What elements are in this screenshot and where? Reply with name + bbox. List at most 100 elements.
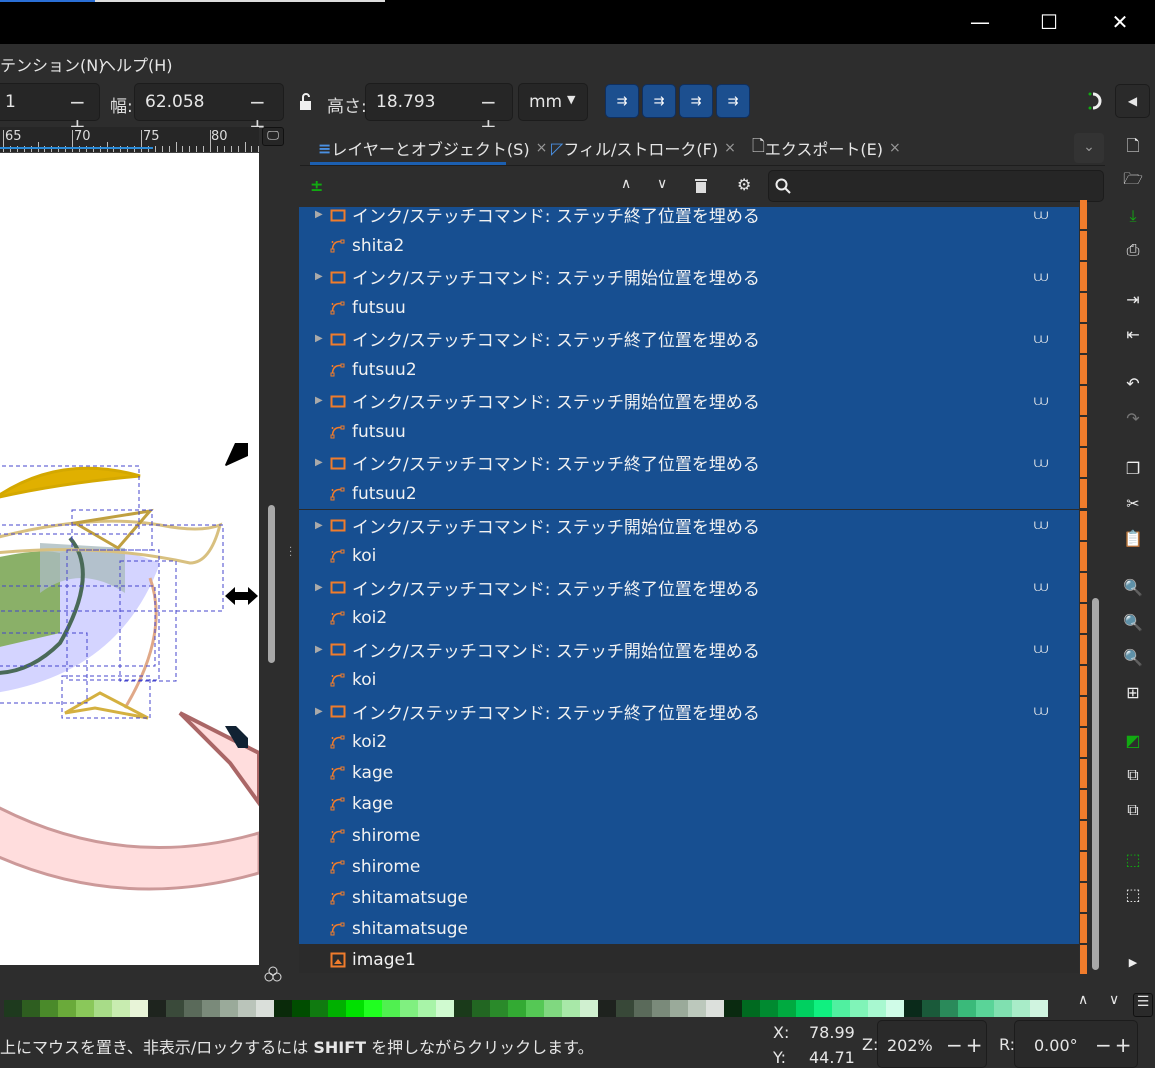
- move-up-button[interactable]: ∧: [621, 176, 631, 192]
- group-button[interactable]: ⬚: [1122, 848, 1144, 870]
- color-swatch[interactable]: [418, 1000, 436, 1017]
- color-swatch[interactable]: [346, 1000, 364, 1017]
- color-swatch[interactable]: [220, 1000, 238, 1017]
- clone-button[interactable]: ⧉: [1122, 764, 1144, 786]
- tree-row[interactable]: kage: [299, 788, 1079, 820]
- zoom-page-button[interactable]: 🔍: [1122, 646, 1144, 668]
- height-field[interactable]: 18.793 −+: [365, 83, 513, 138]
- tree-row[interactable]: futsuu: [299, 416, 1079, 448]
- tree-row-group[interactable]: ▶ インク/ステッチコマンド: ステッチ終了位置を埋める ⩊: [299, 323, 1079, 355]
- menu-help[interactable]: ヘルプ(H): [100, 52, 173, 76]
- color-swatch[interactable]: [652, 1000, 670, 1017]
- duplicate-button[interactable]: ◩: [1122, 729, 1144, 751]
- color-swatch[interactable]: [130, 1000, 148, 1017]
- more-commands-button[interactable]: ▶: [1122, 951, 1144, 973]
- tree-row-group[interactable]: ▶ インク/ステッチコマンド: ステッチ開始位置を埋める ⩊: [299, 633, 1079, 665]
- color-swatch[interactable]: [112, 1000, 130, 1017]
- tree-row[interactable]: image1: [299, 944, 1079, 973]
- color-swatch[interactable]: [760, 1000, 778, 1017]
- scale-handle-e[interactable]: [225, 587, 258, 605]
- zoom-center-button[interactable]: ⊞: [1122, 681, 1144, 703]
- color-swatch[interactable]: [256, 1000, 274, 1017]
- tree-row[interactable]: shitamatsuge: [299, 882, 1079, 914]
- lock-open-icon[interactable]: [298, 93, 314, 111]
- import-button[interactable]: ⇥: [1122, 288, 1144, 310]
- copy-button[interactable]: ❐: [1122, 457, 1144, 479]
- color-swatch[interactable]: [958, 1000, 976, 1017]
- transform-gradients-button[interactable]: ⇉: [679, 84, 713, 118]
- tree-row[interactable]: shita2: [299, 230, 1079, 262]
- color-swatch[interactable]: [328, 1000, 346, 1017]
- scale-handle-ne[interactable]: [225, 443, 248, 466]
- tree-row[interactable]: koi2: [299, 726, 1079, 758]
- search-input[interactable]: [768, 170, 1104, 202]
- rotate-ccw-button[interactable]: −: [1095, 1033, 1115, 1057]
- new-document-button[interactable]: 🗋: [1122, 136, 1144, 159]
- color-swatch[interactable]: [436, 1000, 454, 1017]
- color-swatch[interactable]: [670, 1000, 688, 1017]
- eye-closed-icon[interactable]: ⩊: [1034, 579, 1048, 595]
- width-field[interactable]: 62.058 −+: [134, 83, 284, 138]
- color-swatch[interactable]: [1030, 1000, 1048, 1017]
- color-swatch[interactable]: [922, 1000, 940, 1017]
- maximize-button[interactable]: ☐: [1014, 0, 1084, 44]
- cut-button[interactable]: ✂: [1122, 492, 1144, 514]
- color-swatch[interactable]: [562, 1000, 580, 1017]
- ungroup-button[interactable]: ⬚: [1122, 883, 1144, 905]
- expand-arrow-icon[interactable]: ▶: [315, 644, 323, 655]
- palette-scroll-down[interactable]: ∨: [1109, 992, 1119, 1008]
- tree-row[interactable]: shirome: [299, 820, 1079, 851]
- paste-button[interactable]: 📋: [1122, 527, 1144, 549]
- redo-button[interactable]: ↷: [1122, 407, 1144, 429]
- print-button[interactable]: ⎙: [1122, 239, 1144, 261]
- expand-arrow-icon[interactable]: ▶: [315, 271, 323, 282]
- color-swatch[interactable]: [94, 1000, 112, 1017]
- color-swatch[interactable]: [364, 1000, 382, 1017]
- scale-corners-button[interactable]: ⇉: [642, 84, 676, 118]
- unit-dropdown[interactable]: mm ▼: [518, 83, 588, 121]
- tabs-dropdown-button[interactable]: ⌄: [1074, 133, 1104, 163]
- drawing-canvas[interactable]: [0, 153, 259, 965]
- export-button[interactable]: ⇤: [1122, 323, 1144, 345]
- menu-extensions[interactable]: テンション(N): [0, 52, 104, 76]
- color-swatch[interactable]: [544, 1000, 562, 1017]
- eye-closed-icon[interactable]: ⩊: [1034, 517, 1048, 533]
- zoom-out-button[interactable]: −: [946, 1033, 966, 1057]
- eye-closed-icon[interactable]: ⩊: [1034, 393, 1048, 409]
- color-swatch[interactable]: [976, 1000, 994, 1017]
- zoom-field[interactable]: 202% −+: [877, 1020, 987, 1068]
- collapse-commands-button[interactable]: ◀: [1115, 84, 1150, 118]
- add-layer-button[interactable]: ±: [310, 176, 323, 195]
- expand-arrow-icon[interactable]: ▶: [315, 582, 323, 593]
- tab-close-icon[interactable]: ×: [724, 140, 736, 156]
- palette-menu-button[interactable]: ☰: [1133, 993, 1153, 1017]
- tree-row[interactable]: shitamatsuge: [299, 913, 1079, 945]
- close-button[interactable]: ✕: [1085, 0, 1155, 44]
- expand-arrow-icon[interactable]: ▶: [315, 333, 323, 344]
- eye-closed-icon[interactable]: ⩊: [1034, 641, 1048, 657]
- tree-row[interactable]: koi2: [299, 602, 1079, 634]
- tree-row-group[interactable]: ▶ インク/ステッチコマンド: ステッチ開始位置を埋める ⩊: [299, 385, 1079, 417]
- color-swatch[interactable]: [634, 1000, 652, 1017]
- rotation-field[interactable]: 0.00° −+: [1014, 1020, 1138, 1068]
- tree-row-group[interactable]: ▶ インク/ステッチコマンド: ステッチ開始位置を埋める ⩊: [299, 509, 1079, 541]
- snap-icon[interactable]: [1085, 91, 1105, 111]
- color-swatch[interactable]: [292, 1000, 310, 1017]
- open-button[interactable]: 🗁: [1122, 169, 1144, 192]
- color-swatch[interactable]: [796, 1000, 814, 1017]
- color-swatch[interactable]: [778, 1000, 796, 1017]
- tree-row-group[interactable]: ▶ インク/ステッチコマンド: ステッチ終了位置を埋める ⩊: [299, 571, 1079, 603]
- height-minus[interactable]: −: [480, 90, 499, 114]
- eye-closed-icon[interactable]: ⩊: [1034, 455, 1048, 471]
- color-swatch[interactable]: [940, 1000, 958, 1017]
- color-swatch[interactable]: [814, 1000, 832, 1017]
- color-swatch[interactable]: [832, 1000, 850, 1017]
- color-swatch[interactable]: [850, 1000, 868, 1017]
- color-swatch[interactable]: [886, 1000, 904, 1017]
- color-swatch[interactable]: [1012, 1000, 1030, 1017]
- color-swatch[interactable]: [616, 1000, 634, 1017]
- color-swatch[interactable]: [382, 1000, 400, 1017]
- color-swatch[interactable]: [184, 1000, 202, 1017]
- color-swatch[interactable]: [274, 1000, 292, 1017]
- expand-arrow-icon[interactable]: ▶: [315, 395, 323, 406]
